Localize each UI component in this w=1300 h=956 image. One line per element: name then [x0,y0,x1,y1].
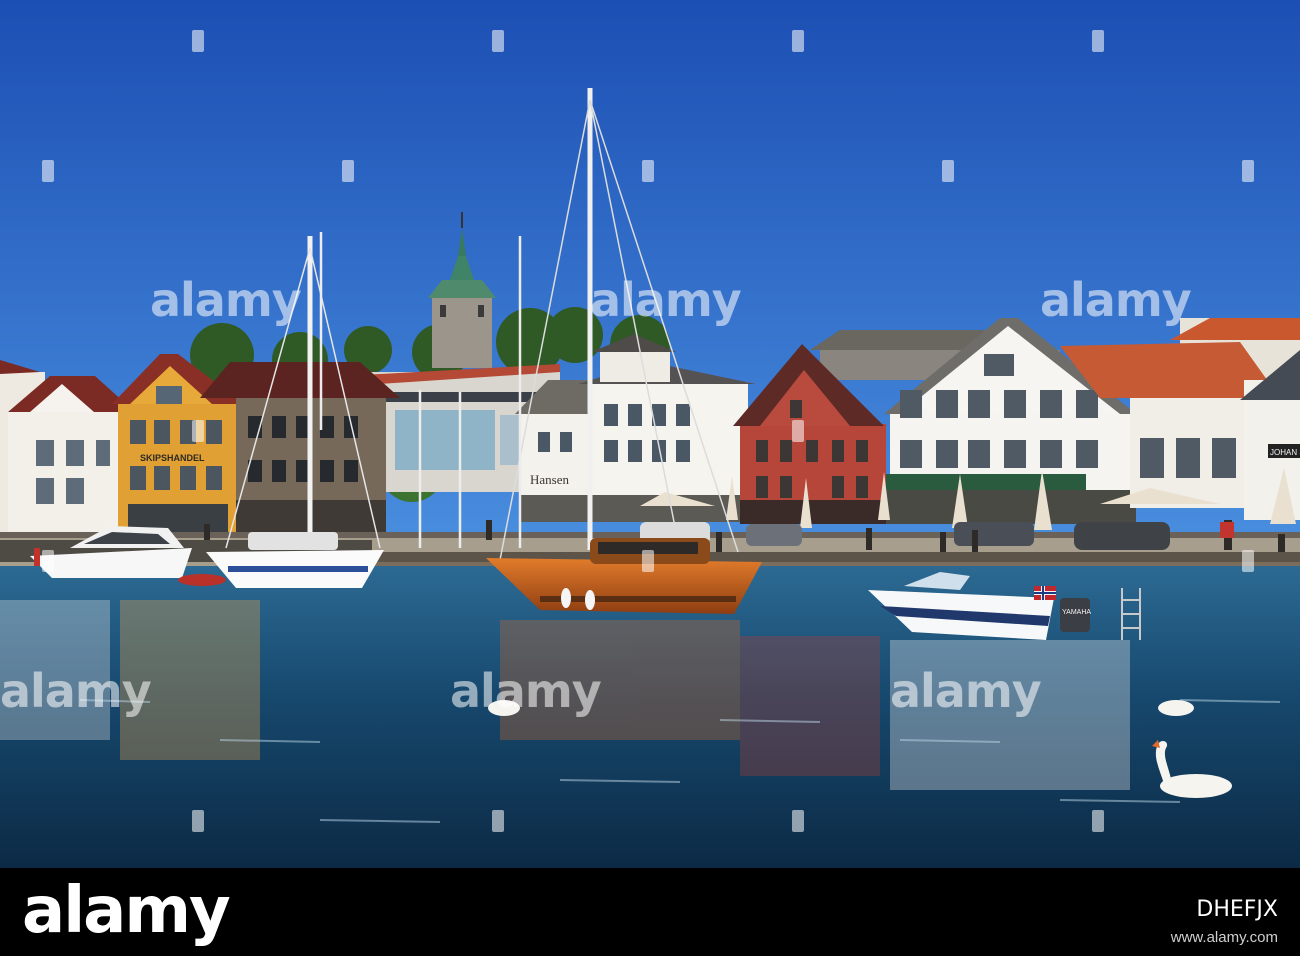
watermark-mark [1092,30,1104,52]
watermark-text: alamy [0,664,152,718]
watermark-mark [492,810,504,832]
watermark-text: alamy [890,664,1042,718]
watermark-mark [192,30,204,52]
watermark-mark [792,810,804,832]
outboard-brand: YAMAHA [1062,609,1091,616]
harbour-photo: SKIPSHANDEL Hansen JOHAN YAMAHA alamy al… [0,0,1300,956]
watermark-mark [792,420,804,442]
watermark-mark [642,160,654,182]
watermark-mark [192,420,204,442]
watermark-mark [1242,550,1254,572]
shop-sign: SKIPSHANDEL [140,453,205,463]
watermark-mark [1242,160,1254,182]
watermark-mark [42,550,54,572]
watermark-text: alamy [150,273,302,327]
dinghy [178,574,226,586]
image-id: DHEFJX [1196,897,1278,922]
watermark-mark [642,550,654,572]
stock-footer-bar: alamy DHEFJX www.alamy.com [0,868,1300,956]
watermark-mark [1092,810,1104,832]
watermark-mark [942,160,954,182]
watermark-text: alamy [1040,273,1192,327]
watermark-mark [792,30,804,52]
watermark-mark [342,160,354,182]
watermark-mark [42,160,54,182]
restaurant-sign: Hansen [530,472,569,487]
watermark-text: alamy [590,273,742,327]
watermark-mark [192,810,204,832]
watermark-mark [492,30,504,52]
watermark-text: alamy [450,664,602,718]
site-url: www.alamy.com [1170,929,1278,946]
alamy-logo: alamy [22,874,231,948]
street-sign: JOHAN S [1270,448,1300,457]
